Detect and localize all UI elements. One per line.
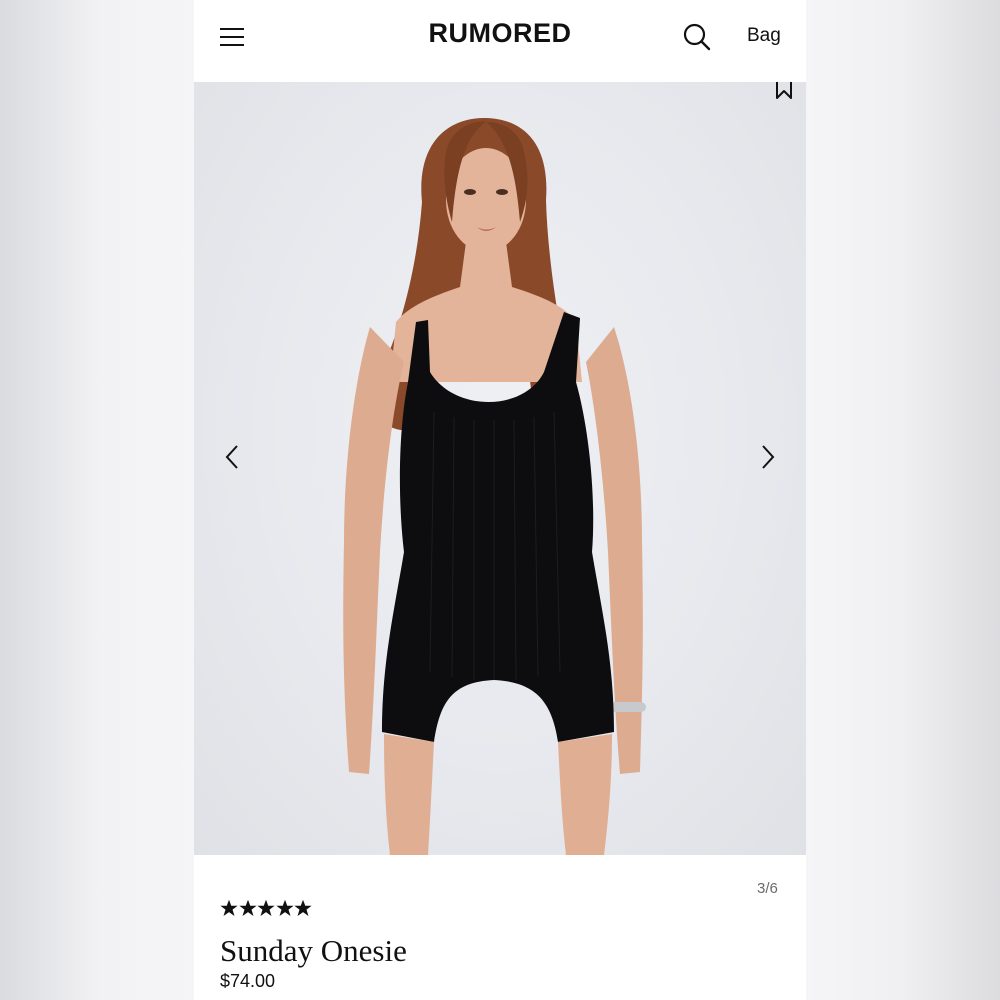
top-header: RUMORED Bag	[194, 0, 806, 82]
star-icon	[220, 899, 238, 916]
star-icon	[238, 899, 257, 916]
bookmark-icon[interactable]	[774, 82, 794, 100]
rating-stars[interactable]	[220, 899, 313, 919]
chevron-left-icon[interactable]	[222, 444, 242, 470]
product-page: RUMORED Bag 3/6 Sunday Onesie $74.00	[194, 0, 806, 1000]
product-info: 3/6 Sunday Onesie $74.00	[194, 855, 806, 1000]
product-price: $74.00	[220, 971, 276, 991]
star-icon	[275, 899, 294, 916]
image-counter: 3/6	[757, 880, 778, 897]
product-photo	[343, 117, 646, 855]
star-icon	[257, 899, 275, 916]
star-icon	[294, 899, 312, 916]
product-image-carousel[interactable]	[194, 82, 806, 855]
search-icon[interactable]	[682, 22, 712, 52]
chevron-right-icon[interactable]	[758, 444, 778, 470]
brand-logo[interactable]: RUMORED	[194, 18, 806, 49]
bag-link[interactable]: Bag	[747, 25, 781, 47]
product-title: Sunday Onesie	[220, 933, 407, 968]
